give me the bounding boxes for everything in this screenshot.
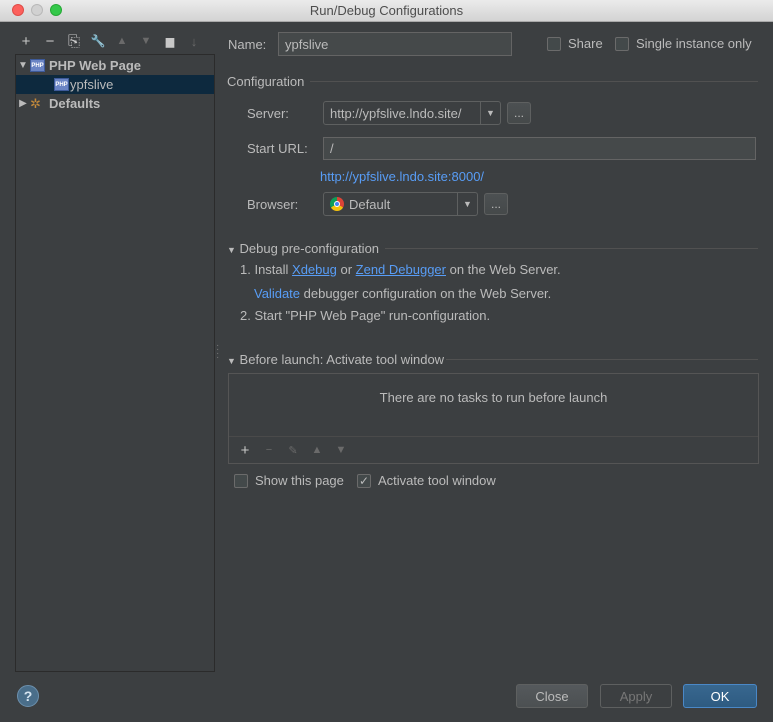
copy-icon[interactable]: ⎘	[62, 31, 86, 51]
tree-item-label: PHP Web Page	[49, 58, 141, 73]
start-url-input[interactable]: /	[323, 137, 756, 160]
move-up-icon[interactable]: ▲	[110, 31, 134, 51]
remove-icon[interactable]: −	[38, 31, 62, 51]
resolved-url-link[interactable]: http://ypfslive.lndo.site:8000/	[320, 169, 484, 184]
window-title: Run/Debug Configurations	[309, 3, 464, 18]
debug-separator	[385, 248, 758, 249]
browser-value: Default	[349, 196, 391, 212]
debug-step-1: 1. Install Xdebug or Zend Debugger on th…	[240, 262, 561, 277]
activate-tool-window-label: Activate tool window	[378, 473, 496, 488]
empty-tasks-text: There are no tasks to run before launch	[379, 390, 608, 405]
or-text: or	[336, 262, 356, 277]
debug-step-2: 2. Start "PHP Web Page" run-configuratio…	[240, 308, 491, 323]
chevron-down-icon: ▼	[480, 102, 500, 124]
server-label: Server:	[247, 106, 289, 121]
checkmark-icon: ✓	[358, 474, 370, 488]
before-launch-toggle[interactable]: ▼ Before launch: Activate tool window	[227, 352, 444, 367]
before-launch-task-list[interactable]: There are no tasks to run before launch …	[228, 373, 759, 464]
share-checkbox[interactable]	[547, 37, 561, 51]
splitter-handle[interactable]: · · · ·	[216, 341, 219, 363]
debug-preconfig-title: Debug pre-configuration	[239, 241, 380, 256]
share-label: Share	[568, 36, 603, 51]
browser-label: Browser:	[247, 197, 299, 212]
edit-task-icon[interactable]: ✎	[281, 444, 305, 457]
server-select[interactable]: http://ypfslive.lndo.site/ ▼	[323, 101, 501, 125]
expanded-arrow-icon: ▼	[227, 245, 236, 255]
title-bar: Run/Debug Configurations	[0, 0, 773, 22]
add-icon[interactable]: +	[14, 31, 38, 51]
single-instance-checkbox[interactable]	[615, 37, 629, 51]
show-page-checkbox[interactable]	[234, 474, 248, 488]
add-task-icon[interactable]: +	[233, 442, 257, 459]
tree-item-label: ypfslive	[70, 77, 114, 92]
debug-preconfig-toggle[interactable]: ▼ Debug pre-configuration	[227, 241, 379, 256]
edit-defaults-icon[interactable]: 🔧	[86, 31, 110, 51]
php-icon: PHP	[54, 78, 69, 91]
before-launch-separator	[446, 359, 758, 360]
before-launch-title: Before launch: Activate tool window	[239, 352, 445, 367]
collapsed-arrow-icon[interactable]: ▶	[16, 98, 30, 109]
close-button[interactable]: Close	[516, 684, 588, 708]
chevron-down-icon: ▼	[457, 193, 477, 215]
debug-validate-line: Validate debugger configuration on the W…	[254, 286, 551, 301]
wrench-icon: ✲	[30, 95, 41, 111]
show-page-label: Show this page	[255, 473, 344, 488]
move-down-icon[interactable]: ▼	[134, 31, 158, 51]
browser-select[interactable]: Default ▼	[323, 192, 478, 216]
tree-item-label: Defaults	[49, 96, 101, 111]
sort-icon[interactable]: ↓	[182, 31, 206, 51]
step1-prefix: 1. Install	[240, 262, 293, 277]
configuration-separator	[310, 81, 758, 82]
single-instance-label: Single instance only	[636, 36, 752, 51]
move-down-icon[interactable]: ▼	[329, 444, 353, 456]
tasks-toolbar: + − ✎ ▲ ▼	[229, 436, 758, 463]
browser-browse-button[interactable]: ...	[484, 193, 508, 215]
zend-debugger-link[interactable]: Zend Debugger	[356, 262, 446, 277]
start-url-label: Start URL:	[247, 141, 308, 156]
move-up-icon[interactable]: ▲	[305, 444, 329, 456]
name-label: Name:	[228, 37, 267, 52]
expanded-arrow-icon[interactable]: ▼	[16, 60, 30, 71]
folder-icon[interactable]: ▆	[158, 31, 182, 51]
config-toolbar: + − ⎘ 🔧 ▲ ▼ ▆ ↓	[14, 30, 206, 52]
expanded-arrow-icon: ▼	[227, 356, 236, 366]
remove-task-icon[interactable]: −	[257, 444, 281, 456]
activate-tool-window-checkbox[interactable]: ✓	[357, 474, 371, 488]
xdebug-link[interactable]: Xdebug	[292, 262, 337, 277]
tree-item-defaults[interactable]: ▶ ✲ Defaults	[16, 94, 214, 113]
name-input[interactable]: ypfslive	[278, 32, 512, 56]
chrome-icon	[330, 197, 344, 211]
tree-item-ypfslive[interactable]: PHP ypfslive	[16, 75, 214, 94]
config-tree: ▼ PHP PHP Web Page PHP ypfslive ▶ ✲ Defa…	[15, 54, 215, 672]
php-icon: PHP	[30, 59, 45, 72]
validate-suffix: debugger configuration on the Web Server…	[300, 286, 552, 301]
configuration-section-title: Configuration	[227, 74, 305, 89]
apply-button[interactable]: Apply	[600, 684, 672, 708]
server-value: http://ypfslive.lndo.site/	[330, 105, 462, 121]
help-icon[interactable]: ?	[17, 685, 39, 707]
step1-suffix: on the Web Server.	[446, 262, 561, 277]
server-browse-button[interactable]: ...	[507, 102, 531, 124]
tree-item-php-web-page[interactable]: ▼ PHP PHP Web Page	[16, 56, 214, 75]
validate-link[interactable]: Validate	[254, 286, 300, 301]
ok-button[interactable]: OK	[683, 684, 757, 708]
